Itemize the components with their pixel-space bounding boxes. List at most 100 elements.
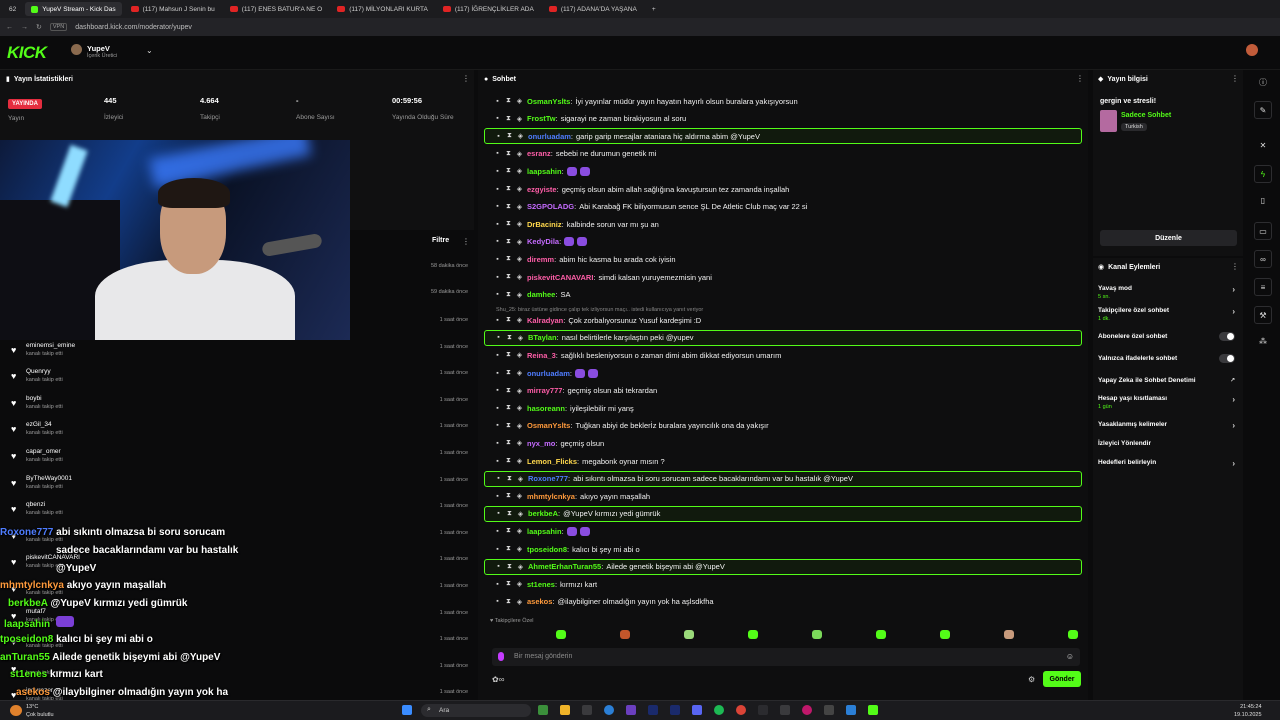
timeout-icon[interactable]: ⧗ [503,580,514,588]
chat-message[interactable]: ▪ ⧗ ◈ hasoreann: iyileşilebilir mi yanş [484,400,1082,416]
chat-message[interactable]: ▪ ⧗ ◈ laapsahin: [484,163,1082,179]
tab-youtube-4[interactable]: (117) İĞRENÇLİKLER ADA [437,2,540,16]
chat-username[interactable]: esranz [527,149,551,158]
app-icon[interactable] [758,705,768,715]
timeout-icon[interactable]: ⧗ [504,475,515,483]
chat-message[interactable]: ▪ ⧗ ◈ KedyDila: [484,234,1082,250]
toggle-switch[interactable] [1219,332,1235,341]
channel-action-row[interactable]: İzleyici Yönlendir [1098,440,1238,447]
timeout-icon[interactable]: ⧗ [503,220,514,228]
chat-message[interactable]: ▪ ⧗ ◈ onurluadam: garip garip mesajlar atani… [484,128,1082,145]
chat-message[interactable]: ▪ ⧗ ◈ AhmetErhanTuran55: Ailede genetik bişe… [484,558,1082,575]
kick-logo[interactable]: KICK [7,43,47,63]
gear-icon[interactable]: ⚙ [1028,675,1035,684]
chat-message[interactable]: ▪ ⧗ ◈ Reina_3: sağlıklı besleniyorsun o zama… [484,347,1082,363]
emote-icon[interactable] [1068,630,1078,639]
chat-message[interactable]: ▪ ⧗ ◈ Kalradyan: Çok zorbalıyorsunuz Yusuf k… [484,312,1082,328]
more-options-icon[interactable]: ⋮ [1231,74,1239,83]
more-options-icon[interactable]: ⋮ [1231,262,1239,271]
filter-button[interactable]: Filtre [432,237,449,244]
activity-username[interactable]: eminemsi_emine [26,342,75,349]
chat-message[interactable]: ▪ ⧗ ◈ asekos: @ilaybilginer olmadığın yayın … [484,594,1082,610]
tab-youtube-2[interactable]: (117) ENES BATUR'A NE O [224,2,328,16]
emote-icon[interactable] [748,630,758,639]
chat-username[interactable]: OsmanYslts [527,97,570,106]
channel-action-row[interactable]: Hedefleri belirleyin › [1098,459,1238,468]
file-explorer-icon[interactable] [560,705,570,715]
edge-icon[interactable] [604,705,614,715]
activity-username[interactable]: ByTheWay0001 [26,475,72,482]
emoji-icon[interactable]: ☺ [1066,652,1074,661]
app-icon[interactable] [626,705,636,715]
obs-icon[interactable] [824,705,834,715]
timeout-icon[interactable]: ⧗ [504,132,515,140]
chat-message[interactable]: ▪ ⧗ ◈ OsmanYslts: Tuğkan abiyi de beklerİz b… [484,418,1082,434]
nodes-icon[interactable]: ⁂ [1254,333,1272,351]
tab-count[interactable]: 62 [3,2,22,16]
chat-message[interactable]: ▪ ⧗ ◈ FrostTw: sigarayi ne zaman birakiyosun… [484,111,1082,127]
send-button[interactable]: Gönder [1043,671,1081,687]
timeout-icon[interactable]: ⧗ [503,255,514,263]
chat-message[interactable]: ▪ ⧗ ◈ mhmtylcnkya: akıyo yayın maşallah [484,488,1082,504]
category-link[interactable]: Sadece Sohbet [1121,112,1171,119]
premiere-icon[interactable] [648,705,658,715]
timeout-icon[interactable]: ⧗ [503,492,514,500]
chat-username[interactable]: onurluadam [527,369,570,378]
chat-message[interactable]: ▪ ⧗ ◈ piskevitCANAVARI: simdi kalsan yuruyem… [484,269,1082,285]
chat-username[interactable]: Reina_3 [527,351,556,360]
chat-username[interactable]: S2GPOLADG [527,202,574,211]
timeout-icon[interactable]: ⧗ [503,545,514,553]
emote-icon[interactable] [940,630,950,639]
chat-username[interactable]: laapsahin [527,167,562,176]
chat-username[interactable]: OsmanYslts [527,421,570,430]
edit-button[interactable]: Düzenle [1100,230,1237,246]
reload-icon[interactable]: ↻ [36,23,42,31]
emote-icon[interactable] [684,630,694,639]
activity-username[interactable]: capar_omer [26,448,61,455]
pencil-icon[interactable]: ✎ [1254,101,1272,119]
xbox-icon[interactable] [538,705,548,715]
photoshop-icon[interactable] [670,705,680,715]
timeout-icon[interactable]: ⧗ [503,185,514,193]
channel-avatar[interactable] [71,44,82,55]
chat-message[interactable]: ▪ ⧗ ◈ onurluadam: [484,365,1082,381]
timeout-icon[interactable]: ⧗ [503,598,514,606]
channel-action-row[interactable]: Yapay Zeka ile Sohbet Denetimi ↗ [1098,377,1238,384]
chat-message[interactable]: ▪ ⧗ ◈ esranz: sebebi ne durumun genetik mi [484,146,1082,162]
chat-username[interactable]: ezgyiste [527,185,557,194]
more-options-icon[interactable]: ⋮ [462,237,470,246]
chat-username[interactable]: mirray777 [527,386,562,395]
new-tab-button[interactable]: + [646,2,662,16]
chrome-icon[interactable] [736,705,746,715]
info-icon[interactable]: ⓘ [1254,74,1272,92]
timeout-icon[interactable]: ⧗ [503,457,514,465]
chat-message[interactable]: ▪ ⧗ ◈ laapsahin: [484,523,1082,539]
activity-username[interactable]: ezGil_34 [26,421,52,428]
tab-youtube-5[interactable]: (117) ADANA'DA YAŞANA [543,2,643,16]
url-field[interactable]: dashboard.kick.com/moderator/yupev [75,24,192,31]
app-icon[interactable] [846,705,856,715]
chat-message[interactable]: ▪ ⧗ ◈ st1enes: kırmızı kart [484,576,1082,592]
chat-username[interactable]: BTaylan [528,333,557,342]
chat-message[interactable]: ▪ ⧗ ◈ Lemon_Flicks: megabonk oynar mısın ? [484,453,1082,469]
chat-message[interactable]: ▪ ⧗ ◈ DrBaciniz: kalbinde sorun var mı şu an [484,216,1082,232]
chat-username[interactable]: onurluadam [528,132,571,141]
chat-username[interactable]: asekos [527,597,552,606]
emote-icon[interactable] [1004,630,1014,639]
vpn-badge[interactable]: VPN [49,23,68,31]
chat-tools-icon[interactable]: ✿∞ [492,675,504,684]
chat-message[interactable]: ▪ ⧗ ◈ BTaylan: nasıl belirtilerle karşılaştı… [484,329,1082,346]
timeout-icon[interactable]: ⧗ [503,316,514,324]
channel-action-row[interactable]: Takipçilere özel sohbet 1 dk. › [1098,307,1238,322]
app-icon[interactable] [780,705,790,715]
chat-message[interactable]: ▪ ⧗ ◈ diremm: abim hic kasma bu arada cok iy… [484,251,1082,267]
document-icon[interactable]: ▯ [1254,192,1272,210]
timeout-icon[interactable]: ⧗ [503,291,514,299]
activity-username[interactable]: Quenryy [26,368,51,375]
kick-app-icon[interactable] [868,705,878,715]
taskbar-search[interactable]: ⌕ Ara [421,704,531,717]
timeout-icon[interactable]: ⧗ [503,273,514,281]
channel-action-row[interactable]: Yavaş mod 5 sn. › [1098,285,1238,300]
chat-username[interactable]: st1enes [527,580,555,589]
chat-username[interactable]: Lemon_Flicks [527,457,577,466]
